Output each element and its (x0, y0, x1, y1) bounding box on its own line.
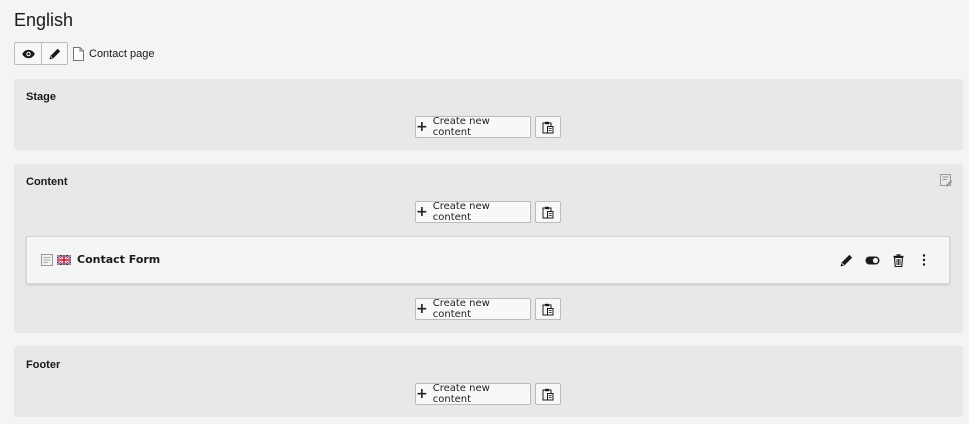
create-new-content-button[interactable]: + Create new content (415, 116, 531, 138)
more-vertical-icon (922, 254, 926, 266)
plus-icon: + (416, 301, 428, 317)
stage-section: Stage + Create new content (14, 79, 963, 150)
content-element-card[interactable]: Contact Form (26, 236, 950, 284)
footer-actions: + Create new content (415, 383, 561, 405)
view-edit-button-group (14, 42, 68, 65)
delete-element-button[interactable] (890, 252, 906, 268)
content-section: Content + Create new content Contact For… (14, 164, 963, 333)
clipboard-paste-icon (542, 206, 554, 218)
content-actions-bottom: + Create new content (415, 298, 561, 320)
create-new-content-label: Create new content (432, 383, 490, 405)
plus-icon: + (416, 119, 428, 135)
clipboard-paste-icon (542, 388, 554, 400)
content-element-icon (41, 253, 53, 266)
create-new-content-button[interactable]: + Create new content (415, 383, 531, 405)
create-new-content-button[interactable]: + Create new content (415, 201, 531, 223)
stage-actions: + Create new content (415, 116, 561, 138)
page-reference: Contact page (73, 46, 155, 61)
create-new-content-label: Create new content (432, 116, 490, 138)
content-element-header: Contact Form (41, 253, 160, 266)
trash-icon (893, 253, 903, 267)
plus-icon: + (416, 204, 428, 220)
page-label: Contact page (89, 47, 155, 60)
paste-content-button[interactable] (535, 116, 561, 138)
toggle-visibility-button[interactable] (864, 252, 880, 268)
uk-flag-icon (57, 254, 71, 265)
more-options-button[interactable] (916, 252, 932, 268)
edit-element-button[interactable] (838, 252, 854, 268)
pencil-icon (840, 254, 852, 266)
page-toolbar: Contact page (14, 42, 154, 65)
section-title-content: Content (26, 176, 68, 188)
view-page-button[interactable] (15, 43, 41, 64)
eye-icon (21, 49, 35, 58)
section-title-stage: Stage (26, 91, 56, 103)
pencil-icon (49, 48, 60, 59)
edit-page-button[interactable] (41, 43, 67, 64)
content-actions-top: + Create new content (415, 201, 561, 223)
create-new-content-label: Create new content (432, 201, 490, 223)
edit-column-icon (940, 174, 953, 187)
edit-column-button[interactable] (940, 174, 953, 192)
page-title: English (14, 10, 74, 30)
toggle-icon (865, 256, 879, 264)
content-element-title: Contact Form (77, 253, 161, 266)
plus-icon: + (416, 386, 428, 402)
paste-content-button[interactable] (535, 298, 561, 320)
create-new-content-button[interactable]: + Create new content (415, 298, 531, 320)
section-title-footer: Footer (26, 359, 61, 371)
clipboard-paste-icon (542, 121, 554, 133)
paste-content-button[interactable] (535, 383, 561, 405)
document-icon (73, 46, 84, 61)
footer-section: Footer + Create new content (14, 346, 963, 417)
paste-content-button[interactable] (535, 201, 561, 223)
create-new-content-label: Create new content (432, 298, 490, 320)
clipboard-paste-icon (542, 303, 554, 315)
content-element-actions (838, 252, 932, 268)
